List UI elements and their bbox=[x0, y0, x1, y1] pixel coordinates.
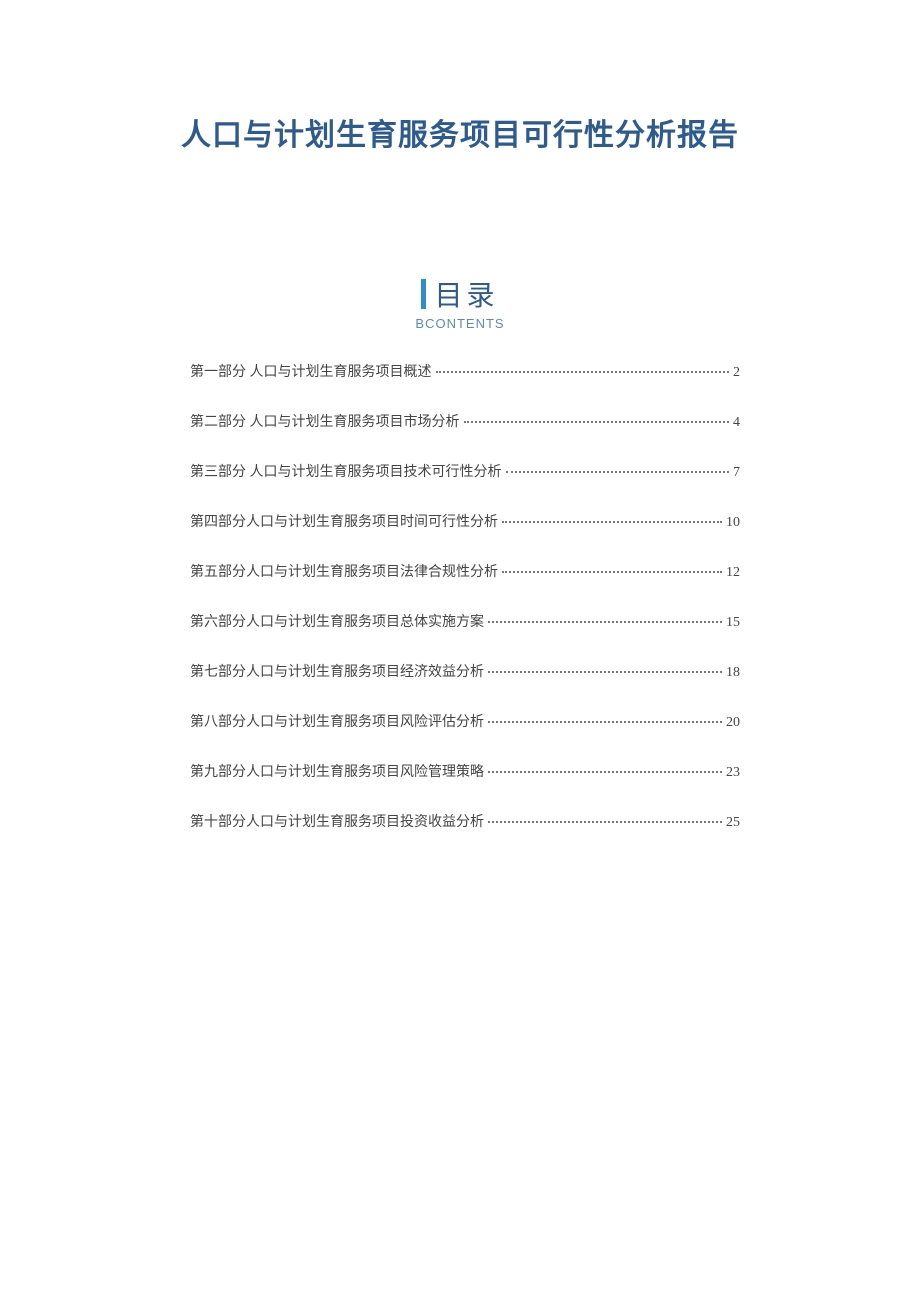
toc-item-label: 第三部分 人口与计划生育服务项目技术可行性分析 bbox=[190, 461, 502, 481]
toc-item: 第八部分人口与计划生育服务项目风险评估分析 20 bbox=[190, 711, 740, 731]
toc-item: 第一部分 人口与计划生育服务项目概述 2 bbox=[190, 361, 740, 381]
toc-item-label: 第四部分人口与计划生育服务项目时间可行性分析 bbox=[190, 511, 498, 531]
toc-item-label: 第六部分人口与计划生育服务项目总体实施方案 bbox=[190, 611, 484, 631]
toc-item: 第十部分人口与计划生育服务项目投资收益分析 25 bbox=[190, 811, 740, 831]
toc-item-label: 第十部分人口与计划生育服务项目投资收益分析 bbox=[190, 811, 484, 831]
toc-item-page: 20 bbox=[726, 715, 740, 731]
toc-item: 第六部分人口与计划生育服务项目总体实施方案 15 bbox=[190, 611, 740, 631]
toc-item: 第七部分人口与计划生育服务项目经济效益分析 18 bbox=[190, 661, 740, 681]
toc-item-page: 15 bbox=[726, 615, 740, 631]
toc-item-label: 第一部分 人口与计划生育服务项目概述 bbox=[190, 361, 432, 381]
toc-item: 第四部分人口与计划生育服务项目时间可行性分析 10 bbox=[190, 511, 740, 531]
toc-item: 第五部分人口与计划生育服务项目法律合规性分析 12 bbox=[190, 561, 740, 581]
toc-bar-icon bbox=[421, 279, 426, 309]
toc-item: 第三部分 人口与计划生育服务项目技术可行性分析 7 bbox=[190, 461, 740, 481]
toc-item-page: 18 bbox=[726, 665, 740, 681]
toc-item-page: 10 bbox=[726, 515, 740, 531]
toc-dots bbox=[488, 671, 722, 673]
toc-item: 第二部分 人口与计划生育服务项目市场分析 4 bbox=[190, 411, 740, 431]
toc-title-row: 目录 bbox=[421, 274, 498, 314]
toc-dots bbox=[488, 821, 722, 823]
page-title: 人口与计划生育服务项目可行性分析报告 bbox=[0, 0, 920, 154]
toc-dots bbox=[436, 371, 730, 373]
toc-dots bbox=[488, 721, 722, 723]
toc-dots bbox=[506, 471, 730, 473]
toc-item-label: 第二部分 人口与计划生育服务项目市场分析 bbox=[190, 411, 460, 431]
toc-item-page: 4 bbox=[733, 415, 740, 431]
toc-item-page: 23 bbox=[726, 765, 740, 781]
toc-item-page: 7 bbox=[733, 465, 740, 481]
toc-dots bbox=[464, 421, 730, 423]
toc-item-label: 第五部分人口与计划生育服务项目法律合规性分析 bbox=[190, 561, 498, 581]
toc-item-label: 第九部分人口与计划生育服务项目风险管理策略 bbox=[190, 761, 484, 781]
toc-item-page: 25 bbox=[726, 815, 740, 831]
toc-list: 第一部分 人口与计划生育服务项目概述 2 第二部分 人口与计划生育服务项目市场分… bbox=[180, 361, 740, 831]
toc-dots bbox=[488, 621, 722, 623]
toc-subtitle: BCONTENTS bbox=[0, 316, 920, 331]
toc-item-label: 第七部分人口与计划生育服务项目经济效益分析 bbox=[190, 661, 484, 681]
toc-item: 第九部分人口与计划生育服务项目风险管理策略 23 bbox=[190, 761, 740, 781]
toc-dots bbox=[502, 571, 722, 573]
toc-item-page: 12 bbox=[726, 565, 740, 581]
toc-item-label: 第八部分人口与计划生育服务项目风险评估分析 bbox=[190, 711, 484, 731]
toc-dots bbox=[488, 771, 722, 773]
toc-title: 目录 bbox=[434, 274, 498, 314]
toc-dots bbox=[502, 521, 722, 523]
toc-header: 目录 BCONTENTS bbox=[0, 274, 920, 331]
toc-item-page: 2 bbox=[733, 365, 740, 381]
